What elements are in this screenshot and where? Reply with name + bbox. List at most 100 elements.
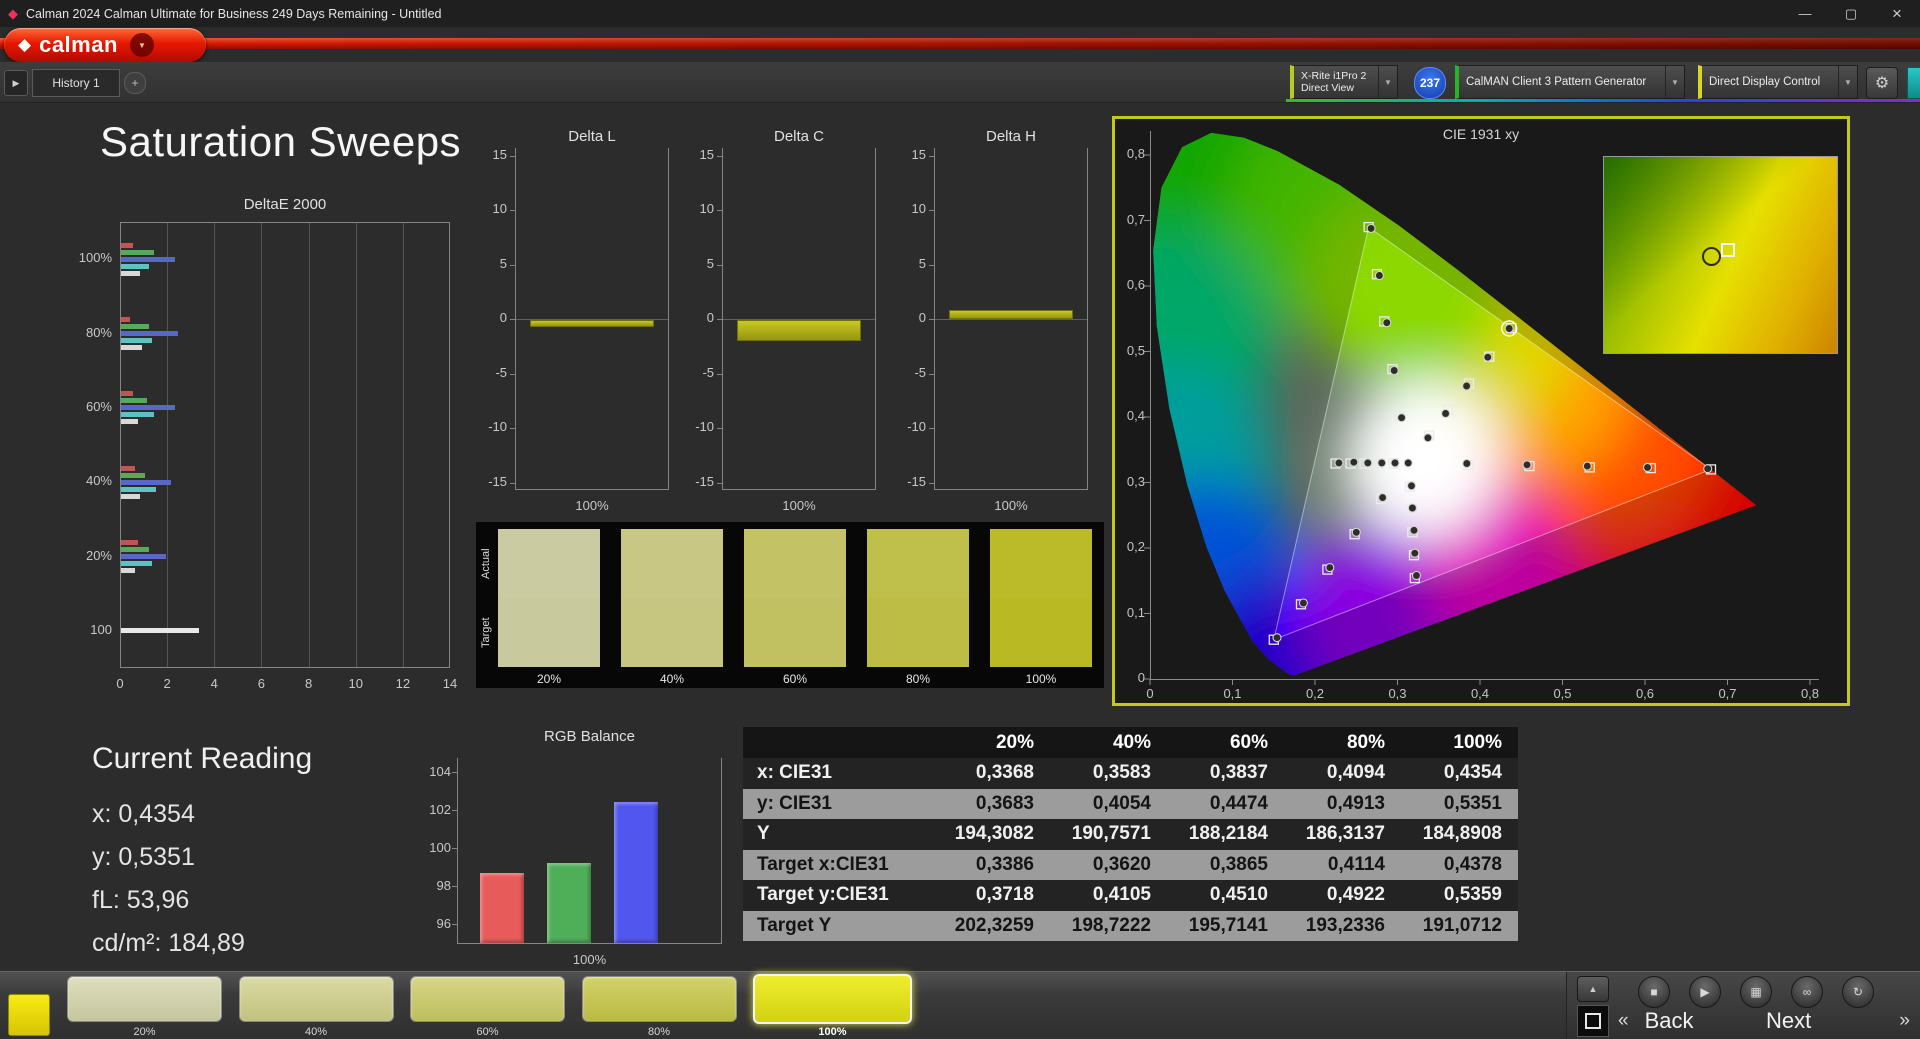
table-cell: 0,4114: [1327, 853, 1385, 875]
cie-measured-point: [1410, 548, 1420, 558]
chevron-down-icon[interactable]: ▼: [1665, 66, 1684, 98]
calman-logo-button[interactable]: ◆ calman ▼: [4, 28, 206, 62]
table-cell: 0,3865: [1209, 853, 1268, 875]
pattern-window-icon: [1585, 1013, 1601, 1029]
deltae-xtick-label: 0: [116, 676, 124, 691]
rgb-bar-green: [547, 863, 591, 943]
table-cell: 0,4354: [1443, 762, 1502, 783]
swatch-label: 20%: [536, 672, 562, 686]
deltaL-tickmark: [510, 373, 515, 375]
current-reading-line: y: 0,5351: [92, 843, 195, 871]
table-row-label: x: CIE31: [757, 762, 832, 783]
actual-row-label: Actual: [480, 548, 492, 579]
rgb-tickmark: [452, 810, 457, 811]
settings-button[interactable]: ⚙: [1866, 67, 1898, 99]
deltaC-bar: [737, 320, 861, 341]
add-tab-button[interactable]: +: [124, 72, 146, 94]
stop-button[interactable]: ■: [1638, 976, 1670, 1008]
current-reading-block: Current Reading x: 0,4354 y: 0,5351 fL: 53…: [92, 742, 432, 957]
rgb-tickmark: [452, 772, 457, 773]
pattern-level-button-60%[interactable]: [410, 976, 565, 1022]
pattern-level-button-100%[interactable]: [753, 974, 912, 1024]
chevron-down-icon[interactable]: ▼: [1378, 66, 1397, 98]
refresh-button[interactable]: ↻: [1842, 976, 1874, 1008]
cie-measured-point: [1351, 527, 1361, 537]
pattern-level-label: 20%: [133, 1026, 156, 1038]
minimize-button[interactable]: —: [1782, 0, 1828, 27]
table-header-row: 20% 40% 60% 80% 100%: [743, 727, 1518, 758]
deltae-bar: [121, 493, 140, 499]
deltae-xtick-label: 2: [163, 676, 171, 691]
deltaC-tickmark: [717, 155, 722, 157]
table-row: Target Y 202,3259 198,7222 195,7141 193,2336…: [743, 910, 1518, 941]
play-button[interactable]: ▶: [1689, 976, 1721, 1008]
maximize-button[interactable]: ▢: [1828, 0, 1874, 27]
swatch-label: 40%: [659, 672, 685, 686]
cie-ytick-label: 0,1: [1126, 604, 1145, 620]
cie-measured-point: [1407, 503, 1417, 513]
deltae-bar: [121, 405, 176, 411]
table-cell: 0,3718: [975, 884, 1034, 905]
deltae-bar: [121, 398, 147, 404]
rgb-ytick-label: 98: [436, 878, 451, 893]
logo-menu-arrow-icon[interactable]: ▼: [129, 33, 154, 57]
swatch-label: 100%: [1025, 672, 1057, 686]
deltaL-ytick-label: -10: [488, 419, 507, 434]
close-button[interactable]: ×: [1874, 0, 1920, 27]
deltaH-xlabel: 100%: [994, 498, 1028, 513]
meter-status-badge: 237: [1414, 67, 1446, 99]
gear-icon: ⚙: [1874, 75, 1890, 92]
swatch-target-100%: [990, 598, 1092, 667]
cie-xtick-label: 0,8: [1800, 686, 1820, 701]
delta-c-chart: Delta C 15 10 5 0 -5 -10 -15 100%: [695, 118, 876, 518]
meter-dropdown[interactable]: X-Rite i1Pro 2 Direct View ▼: [1290, 65, 1398, 99]
pattern-level-button-80%[interactable]: [581, 976, 737, 1022]
pattern-window-button[interactable]: [1577, 1005, 1609, 1037]
panel-expand-button[interactable]: ▲: [1577, 976, 1609, 1002]
deltae-xtick-label: 4: [210, 676, 218, 691]
deltaL-tickmark: [510, 210, 515, 211]
cie-measured-point: [1374, 270, 1384, 281]
pattern-color-chip: [8, 994, 50, 1036]
deltae-bar: [121, 561, 152, 566]
deltae-gridline: [261, 223, 263, 667]
edge-panel-sliver[interactable]: [1907, 67, 1920, 99]
deltaL-bar: [530, 320, 654, 327]
back-button[interactable]: « Back: [1618, 1005, 1758, 1037]
table-row: Target x:CIE31 0,3386 0,3620 0,3865 0,4114 0,…: [743, 849, 1518, 880]
deltaH-ytick-label: 5: [918, 255, 926, 271]
link-button[interactable]: ∞: [1791, 976, 1823, 1008]
back-label: Back: [1644, 1008, 1694, 1033]
table-cell: 186,3137: [1305, 823, 1385, 844]
tab-history-1[interactable]: History 1: [32, 69, 120, 97]
table-cell: 0,3837: [1209, 762, 1268, 783]
pattern-level-button-20%[interactable]: [67, 976, 222, 1022]
stop-icon: ■: [1650, 985, 1658, 999]
next-button[interactable]: Next »: [1766, 1005, 1914, 1037]
pattern-generator-dropdown[interactable]: CalMAN Client 3 Pattern Generator ▼: [1455, 65, 1685, 99]
app-icon: ◆: [8, 5, 18, 21]
cie-ytick-label: 0,6: [1126, 277, 1145, 292]
table-cell: 0,3620: [1092, 853, 1151, 875]
table-row: x: CIE31 0,3368 0,3583 0,3837 0,4094 0,4354: [743, 758, 1518, 789]
deltae-bar: [121, 472, 145, 478]
table-row: Y 194,3082 190,7571 188,2184 186,3137 184,890…: [743, 819, 1518, 850]
current-reading-line: fL: 53,96: [92, 886, 190, 914]
deltaC-xlabel: 100%: [782, 498, 816, 513]
table-cell: 184,8908: [1422, 823, 1502, 844]
table-cell: 0,4105: [1092, 884, 1151, 905]
chevron-down-icon[interactable]: ▼: [1838, 66, 1857, 98]
table-cell: 0,5359: [1443, 884, 1502, 905]
rgb-xlabel: 100%: [572, 952, 607, 967]
display-control-dropdown[interactable]: Direct Display Control ▼: [1698, 65, 1858, 99]
table-row-label: Target y:CIE31: [757, 884, 889, 905]
swatch-target-40%: [621, 598, 723, 667]
deltae-xtick-label: 6: [257, 676, 266, 691]
save-button[interactable]: ▦: [1740, 976, 1772, 1008]
workflow-expander-button[interactable]: ▶: [4, 70, 28, 96]
deltae-ytick-label: 100: [90, 621, 112, 637]
window-title: Calman 2024 Calman Ultimate for Business…: [26, 6, 442, 21]
deltae-ytick-label: 100%: [78, 250, 112, 266]
pattern-level-button-40%[interactable]: [238, 976, 394, 1022]
cie-ytick-label: 0,3: [1126, 473, 1145, 489]
